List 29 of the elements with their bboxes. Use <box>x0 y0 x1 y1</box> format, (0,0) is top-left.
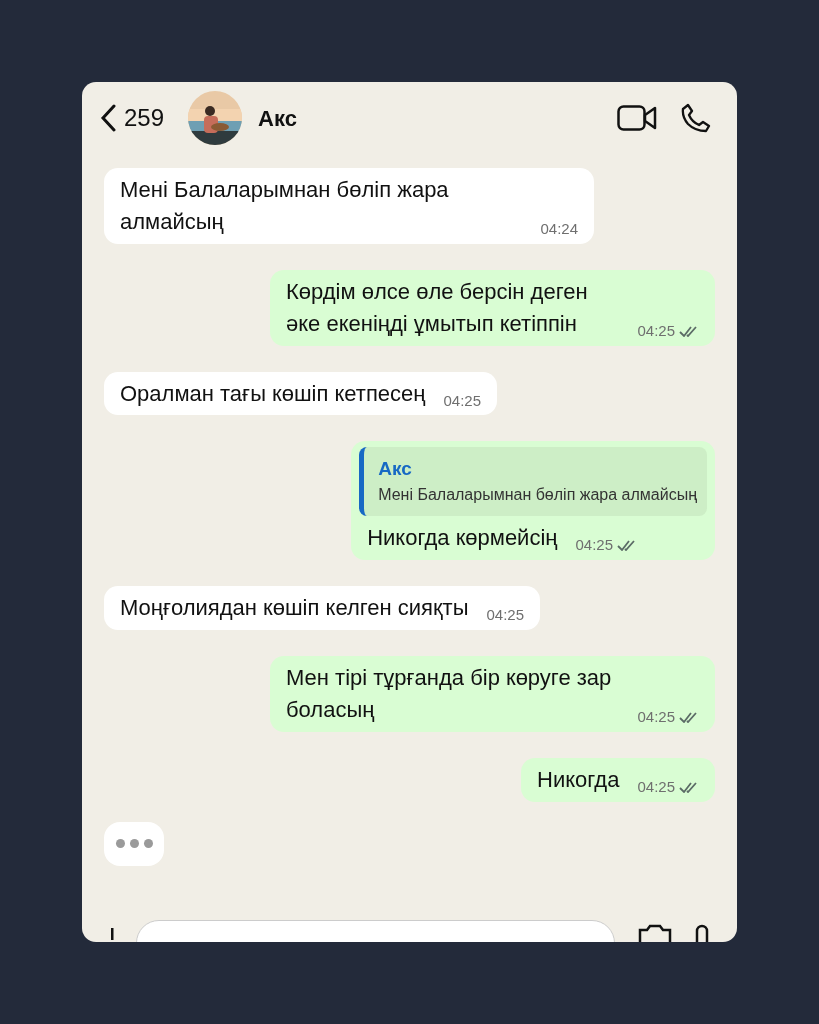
message-bubble[interactable]: Акс Мені Балаларымнан бөліп жара алмайсың Никогда көрмейсің 04:25 <box>351 441 715 561</box>
message-time: 04:25 <box>443 390 481 411</box>
message-time: 04:25 <box>637 776 675 797</box>
quote-text: Мені Балаларымнан бөліп жара алмайсың <box>378 485 697 505</box>
message-text: Никогда <box>537 765 620 794</box>
quote-author: Акс <box>378 457 413 482</box>
phone-icon[interactable] <box>681 103 711 133</box>
message-text: Никогда көрмейсің <box>367 524 558 553</box>
message-bubble[interactable]: Оралман тағы көшіп кетпесең 04:25 <box>104 371 497 416</box>
message-bubble[interactable]: Никогда 04:25 <box>521 757 715 802</box>
message-time: 04:24 <box>540 219 578 240</box>
message-text: Оралман тағы көшіп кетпесең <box>120 379 426 408</box>
unread-count[interactable]: 259 <box>124 100 165 136</box>
back-icon[interactable] <box>100 104 116 132</box>
message-text: Мен тірі тұрғанда бір көруге зар боласың <box>286 663 613 724</box>
message-text: Мені Балаларымнан бөліп жара алмайсың <box>120 176 450 236</box>
message-time: 04:25 <box>637 707 675 727</box>
message-time: 04:25 <box>637 320 675 341</box>
video-call-icon[interactable] <box>617 105 657 131</box>
message-time: 04:25 <box>486 605 525 626</box>
message-bubble[interactable]: Мені Балаларымнан бөліп жара алмайсың 04:24 <box>104 168 594 244</box>
message-text: Көрдім өлсе өле берсін деген әке екеніңді ұмытып кетіппін <box>286 277 589 338</box>
message-bubble[interactable]: Моңғолиядан көшіп келген сияқты 04:25 <box>104 586 541 630</box>
message-bubble[interactable]: Көрдім өлсе өле берсін деген әке екеніңді ұмытып кетіппін 04:25 <box>270 269 715 346</box>
quoted-message[interactable]: Акс Мені Балаларымнан бөліп жара алмайсың <box>359 447 707 517</box>
message-bubble[interactable]: Мен тірі тұрғанда бір көруге зар боласың 04:25 <box>270 655 715 732</box>
message-text: Моңғолиядан көшіп келген сияқты <box>120 594 469 623</box>
message-time: 04:25 <box>575 535 613 556</box>
contact-name[interactable]: Акс <box>258 101 297 135</box>
